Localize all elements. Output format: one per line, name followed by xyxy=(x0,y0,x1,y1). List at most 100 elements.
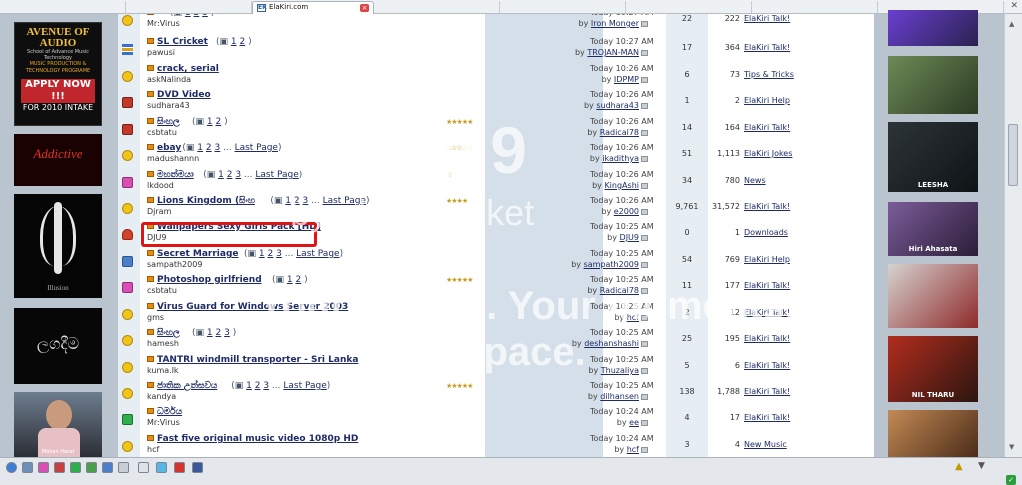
last-page-link[interactable]: Last Page xyxy=(296,249,339,259)
banner-illusion[interactable]: Illusion xyxy=(14,194,102,298)
last-page-link[interactable]: Last Page xyxy=(255,170,298,180)
page-link[interactable]: 1 xyxy=(185,14,191,18)
upload-icon[interactable] xyxy=(102,462,113,473)
page-link[interactable]: 2 xyxy=(216,117,222,127)
forum-link[interactable]: New Music xyxy=(744,440,787,449)
reply-count[interactable]: 138 xyxy=(666,387,708,396)
thread-author[interactable]: hcf xyxy=(147,445,159,454)
page-link[interactable]: 2 xyxy=(268,249,274,259)
page-link[interactable]: 2 xyxy=(294,196,300,206)
page-link[interactable]: 1 xyxy=(285,196,291,206)
facebook-icon[interactable] xyxy=(192,462,203,473)
page-link[interactable]: 1 xyxy=(207,328,213,338)
tools-icon[interactable] xyxy=(138,462,149,473)
thread-title-link[interactable]: Fast five original music video 1080p HD xyxy=(157,434,358,444)
banner-artist[interactable]: Mahan Hasal xyxy=(14,392,102,457)
browser-tab[interactable] xyxy=(374,1,500,13)
page-link[interactable]: 3 xyxy=(215,143,221,153)
thread-author[interactable]: hamesh xyxy=(147,339,179,348)
go-last-post-icon[interactable] xyxy=(641,49,648,56)
go-last-post-icon[interactable] xyxy=(641,76,648,83)
banner-coming-soon[interactable]: ලගදීම xyxy=(14,308,102,384)
page-link[interactable]: 1 xyxy=(246,381,252,391)
album-thumbnail[interactable] xyxy=(888,264,978,328)
thread-author[interactable]: Djram xyxy=(147,207,171,216)
last-page-link[interactable]: Last Page xyxy=(283,381,326,391)
album-thumbnail[interactable]: Hiri Ahasata xyxy=(888,202,978,256)
go-last-post-icon[interactable] xyxy=(641,419,648,426)
page-link[interactable]: 2 xyxy=(194,14,200,18)
thread-title-link[interactable]: TANTRI windmill transporter - Sri Lanka xyxy=(157,355,358,365)
thread-title-link[interactable]: DVD Video xyxy=(157,90,211,100)
go-last-post-icon[interactable] xyxy=(641,20,648,27)
thread-author[interactable]: askNalinda xyxy=(147,75,191,84)
page-link[interactable]: 3 xyxy=(202,14,208,18)
reply-count[interactable]: 5 xyxy=(666,361,708,370)
last-post-user[interactable]: IDPMP xyxy=(614,75,639,84)
reply-count[interactable]: 51 xyxy=(666,149,708,158)
youtube-icon[interactable] xyxy=(174,462,185,473)
last-post-user[interactable]: sudhara43 xyxy=(596,101,639,110)
thread-author[interactable]: csbtatu xyxy=(147,286,177,295)
forum-link[interactable]: ElaKiri Talk! xyxy=(744,281,790,290)
media-icon[interactable] xyxy=(54,462,65,473)
go-last-post-icon[interactable] xyxy=(641,287,648,294)
feed-icon[interactable] xyxy=(70,462,81,473)
page-link[interactable]: 3 xyxy=(263,381,269,391)
last-post-user[interactable]: Thuzaliya xyxy=(601,366,639,375)
thread-author[interactable]: sudhara43 xyxy=(147,101,190,110)
reply-count[interactable]: 22 xyxy=(666,14,708,23)
page-link[interactable]: 2 xyxy=(255,381,261,391)
go-last-post-icon[interactable] xyxy=(641,208,648,215)
page-link[interactable]: 3 xyxy=(303,196,309,206)
page-link[interactable]: 3 xyxy=(235,170,241,180)
forum-link[interactable]: ElaKiri Talk! xyxy=(744,202,790,211)
thread-title-link[interactable]: ebay xyxy=(157,143,181,153)
go-last-post-icon[interactable] xyxy=(641,367,648,374)
reply-count[interactable]: 17 xyxy=(666,43,708,52)
forum-link[interactable]: ElaKiri Talk! xyxy=(744,334,790,343)
page-link[interactable]: 2 xyxy=(296,275,302,285)
forum-link[interactable]: ElaKiri Talk! xyxy=(744,308,790,317)
thread-author[interactable]: kuma.lk xyxy=(147,366,179,375)
scroll-up-icon[interactable]: ▲ xyxy=(1009,20,1014,28)
scroll-down-icon[interactable]: ▼ xyxy=(1009,443,1014,451)
reply-count[interactable]: 34 xyxy=(666,176,708,185)
page-link[interactable]: 1 xyxy=(259,249,265,259)
page-link[interactable]: 3 xyxy=(224,328,230,338)
go-last-post-icon[interactable] xyxy=(641,340,648,347)
last-post-user[interactable]: sampath2009 xyxy=(584,260,639,269)
last-post-user[interactable]: Radical78 xyxy=(600,128,639,137)
last-post-user[interactable]: dilhansen xyxy=(600,392,639,401)
twitter-icon[interactable] xyxy=(156,462,167,473)
thread-author[interactable]: Mr:Virus xyxy=(147,19,180,28)
forum-link[interactable]: ElaKiri Talk! xyxy=(744,43,790,52)
reply-count[interactable]: 54 xyxy=(666,255,708,264)
go-last-post-icon[interactable] xyxy=(641,129,648,136)
last-post-user[interactable]: TROJAN-MAN xyxy=(587,48,639,57)
browser-tab[interactable] xyxy=(626,1,752,13)
go-last-post-icon[interactable] xyxy=(641,182,648,189)
last-post-user[interactable]: DJU9 xyxy=(620,233,639,242)
last-post-user[interactable]: e2000 xyxy=(614,207,639,216)
chat-icon[interactable] xyxy=(38,462,49,473)
download-icon[interactable] xyxy=(86,462,97,473)
forum-link[interactable]: ElaKiri Talk! xyxy=(744,413,790,422)
reply-count[interactable]: 9,761 xyxy=(666,202,708,211)
thread-title-link[interactable]: Photoshop girlfriend xyxy=(157,275,262,285)
go-last-post-icon[interactable] xyxy=(641,314,648,321)
last-post-user[interactable]: ikadithya xyxy=(602,154,639,163)
thread-title-link[interactable]: Lions Kingdom (සිංහ xyxy=(157,196,255,206)
close-icon[interactable]: × xyxy=(360,4,369,12)
thread-author[interactable]: sampath2009 xyxy=(147,260,202,269)
forum-link[interactable]: Downloads xyxy=(744,228,788,237)
page-link[interactable]: 2 xyxy=(240,37,246,47)
page-link[interactable]: 1 xyxy=(218,170,224,180)
go-last-post-icon[interactable] xyxy=(641,234,648,241)
page-link[interactable]: 3 xyxy=(276,249,282,259)
thread-author[interactable]: kandya xyxy=(147,392,176,401)
thread-title-link[interactable]: ජාතික උත්සවය xyxy=(157,381,217,391)
reply-count[interactable]: 2 xyxy=(666,308,708,317)
page-link[interactable]: 2 xyxy=(206,143,212,153)
forum-link[interactable]: ElaKiri Help xyxy=(744,255,790,264)
